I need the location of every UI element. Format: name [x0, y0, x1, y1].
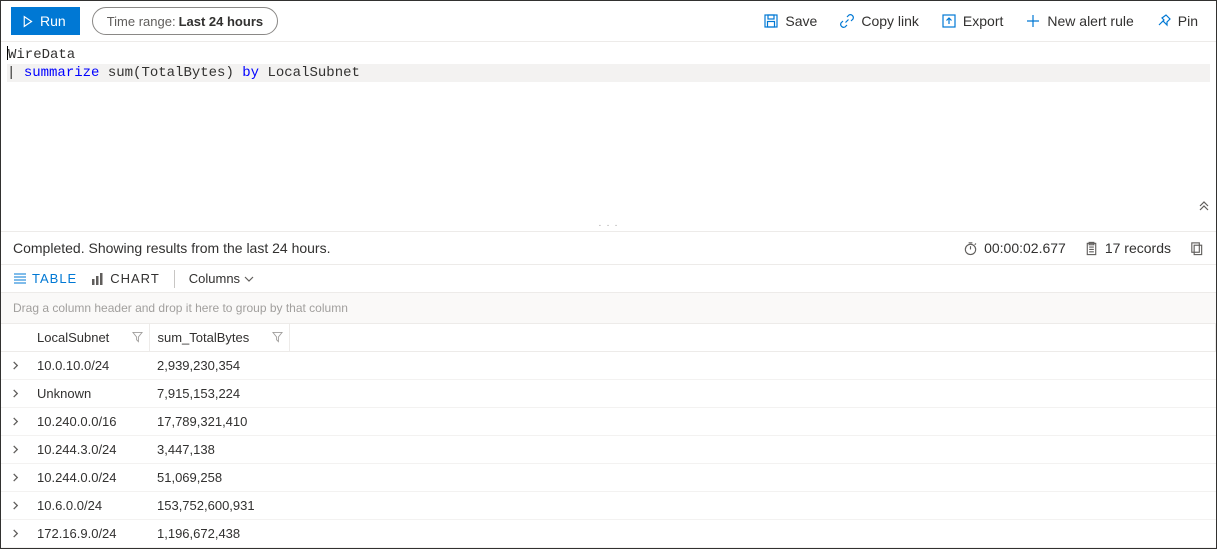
table-icon	[13, 272, 27, 286]
results-table: LocalSubnet sum_TotalBytes 10.0.10.0/242…	[1, 324, 1216, 548]
expand-row-button[interactable]	[1, 380, 29, 408]
save-icon	[763, 13, 779, 29]
column-header-localsubnet[interactable]: LocalSubnet	[29, 324, 149, 352]
table-row[interactable]: 10.244.0.0/2451,069,258	[1, 464, 1216, 492]
copy-link-label: Copy link	[861, 13, 919, 29]
chart-view-tab[interactable]: CHART	[91, 269, 160, 288]
table-row[interactable]: 172.16.9.0/241,196,672,438	[1, 520, 1216, 548]
record-count: 17 records	[1084, 240, 1171, 256]
cell-sumtotalbytes: 153,752,600,931	[149, 492, 289, 520]
cell-localsubnet: 10.244.3.0/24	[29, 436, 149, 464]
pin-icon	[1156, 13, 1172, 29]
chevron-right-icon	[11, 473, 20, 482]
chevron-right-icon	[11, 529, 20, 538]
run-label: Run	[40, 13, 66, 29]
copy-results-button[interactable]	[1189, 241, 1204, 256]
group-by-drop-area[interactable]: Drag a column header and drop it here to…	[1, 293, 1216, 324]
cell-sumtotalbytes: 7,915,153,224	[149, 380, 289, 408]
table-row[interactable]: 10.240.0.0/1617,789,321,410	[1, 408, 1216, 436]
chevron-right-icon	[11, 445, 20, 454]
divider	[174, 270, 175, 288]
expander-header	[1, 324, 29, 352]
play-icon	[21, 15, 34, 28]
copy-link-button[interactable]: Copy link	[831, 7, 927, 35]
column-header-sumtotalbytes[interactable]: sum_TotalBytes	[149, 324, 289, 352]
cell-localsubnet: 10.240.0.0/16	[29, 408, 149, 436]
expand-row-button[interactable]	[1, 436, 29, 464]
chevron-right-icon	[11, 417, 20, 426]
editor-line-2: | summarize sum(TotalBytes) by LocalSubn…	[7, 64, 1210, 82]
columns-picker[interactable]: Columns	[189, 271, 254, 286]
chevron-right-icon	[11, 361, 20, 370]
pin-button[interactable]: Pin	[1148, 7, 1206, 35]
save-label: Save	[785, 13, 817, 29]
expand-row-button[interactable]	[1, 408, 29, 436]
chevron-right-icon	[11, 389, 20, 398]
cell-sumtotalbytes: 3,447,138	[149, 436, 289, 464]
chevron-right-icon	[11, 501, 20, 510]
column-header-spacer	[289, 324, 1216, 352]
expand-row-button[interactable]	[1, 464, 29, 492]
time-range-picker[interactable]: Time range: Last 24 hours	[92, 7, 278, 35]
editor-line-1: WireData	[7, 46, 1210, 64]
filter-icon[interactable]	[132, 330, 143, 345]
pin-label: Pin	[1178, 13, 1198, 29]
chevron-down-icon	[244, 274, 254, 284]
copy-icon	[1189, 241, 1204, 256]
cell-localsubnet: Unknown	[29, 380, 149, 408]
cell-sumtotalbytes: 1,196,672,438	[149, 520, 289, 548]
stopwatch-icon	[963, 241, 978, 256]
link-icon	[839, 13, 855, 29]
results-view-bar: TABLE CHART Columns	[1, 264, 1216, 293]
table-row[interactable]: 10.0.10.0/242,939,230,354	[1, 352, 1216, 380]
expand-row-button[interactable]	[1, 492, 29, 520]
cell-sumtotalbytes: 17,789,321,410	[149, 408, 289, 436]
cell-sumtotalbytes: 51,069,258	[149, 464, 289, 492]
time-range-value: Last 24 hours	[179, 14, 264, 29]
elapsed-time: 00:00:02.677	[963, 240, 1066, 256]
status-bar: Completed. Showing results from the last…	[1, 232, 1216, 264]
cell-localsubnet: 10.244.0.0/24	[29, 464, 149, 492]
expand-row-button[interactable]	[1, 352, 29, 380]
run-button[interactable]: Run	[11, 7, 80, 35]
export-label: Export	[963, 13, 1003, 29]
cell-localsubnet: 10.6.0.0/24	[29, 492, 149, 520]
time-range-label: Time range:	[107, 14, 176, 29]
filter-icon[interactable]	[272, 330, 283, 345]
chart-icon	[91, 272, 105, 286]
chevron-double-up-icon	[1198, 200, 1210, 212]
clipboard-icon	[1084, 241, 1099, 256]
cell-sumtotalbytes: 2,939,230,354	[149, 352, 289, 380]
save-button[interactable]: Save	[755, 7, 825, 35]
expand-row-button[interactable]	[1, 520, 29, 548]
resize-gripper[interactable]: · · ·	[1, 222, 1216, 232]
table-row[interactable]: 10.6.0.0/24153,752,600,931	[1, 492, 1216, 520]
table-view-tab[interactable]: TABLE	[13, 269, 77, 288]
top-toolbar: Run Time range: Last 24 hours Save Copy …	[1, 1, 1216, 42]
new-alert-rule-label: New alert rule	[1047, 13, 1133, 29]
new-alert-rule-button[interactable]: New alert rule	[1017, 7, 1141, 35]
export-icon	[941, 13, 957, 29]
table-row[interactable]: 10.244.3.0/243,447,138	[1, 436, 1216, 464]
status-message: Completed. Showing results from the last…	[13, 240, 331, 256]
plus-icon	[1025, 13, 1041, 29]
table-row[interactable]: Unknown7,915,153,224	[1, 380, 1216, 408]
cell-localsubnet: 172.16.9.0/24	[29, 520, 149, 548]
export-button[interactable]: Export	[933, 7, 1011, 35]
cell-localsubnet: 10.0.10.0/24	[29, 352, 149, 380]
collapse-editor-button[interactable]	[1198, 200, 1210, 218]
table-header-row: LocalSubnet sum_TotalBytes	[1, 324, 1216, 352]
query-editor[interactable]: WireData | summarize sum(TotalBytes) by …	[1, 42, 1216, 222]
